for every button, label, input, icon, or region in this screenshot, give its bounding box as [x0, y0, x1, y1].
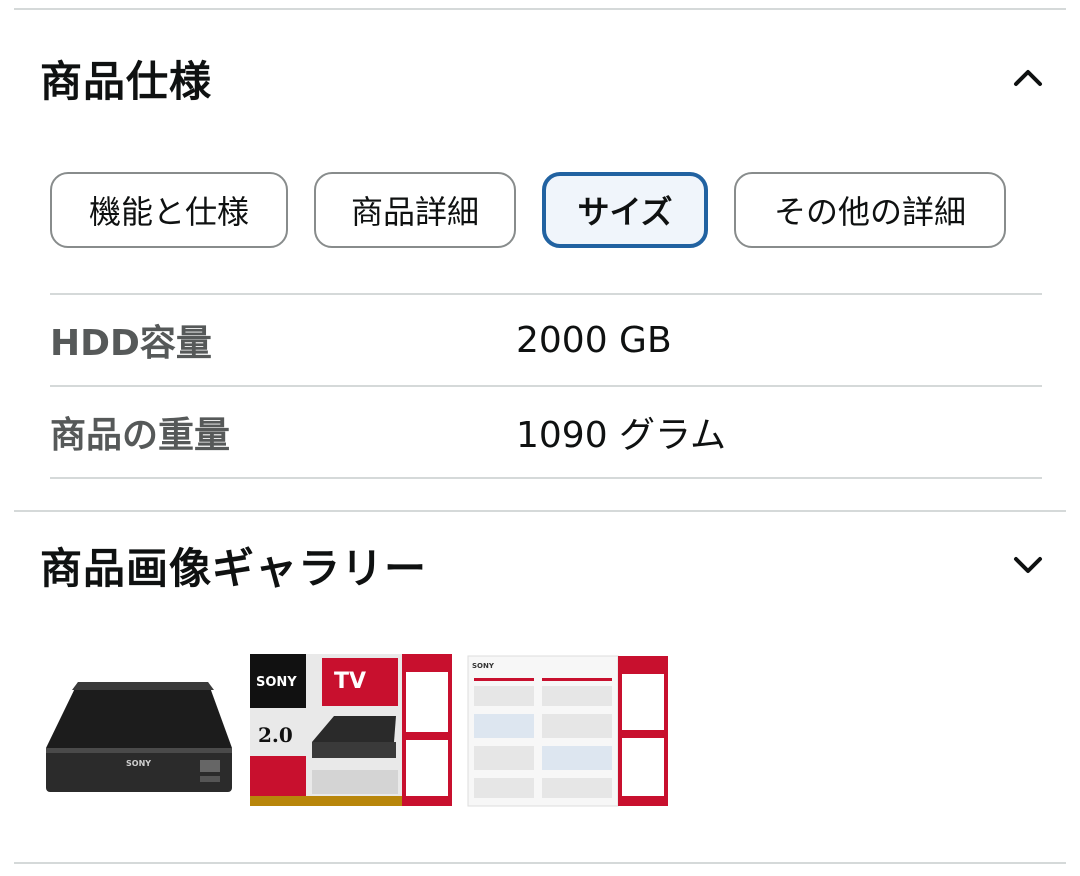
spec-row: HDD容量 2000 GB	[50, 295, 1042, 387]
gallery-section-header[interactable]: 商品画像ギャラリー	[40, 535, 1050, 595]
section-divider	[14, 510, 1066, 512]
sony-logo: SONY	[126, 759, 151, 768]
manual-leaflet-image[interactable]: SONY	[466, 630, 670, 830]
chevron-down-icon[interactable]	[1006, 543, 1050, 587]
spec-section-header[interactable]: 商品仕様	[40, 48, 1050, 108]
hdd-front-image[interactable]: SONY	[40, 630, 236, 830]
tab-features-specs[interactable]: 機能と仕様	[50, 172, 288, 248]
tab-label: 機能と仕様	[88, 193, 249, 231]
sony-logo: SONY	[256, 675, 297, 690]
tab-label: その他の詳細	[773, 193, 966, 231]
spec-key: 商品の重量	[50, 415, 231, 456]
gallery-thumbnails: SONY SONY TV 2.0 SONY	[40, 630, 670, 830]
spec-table: HDD容量 2000 GB 商品の重量 1090 グラム	[50, 293, 1042, 479]
spec-row: 商品の重量 1090 グラム	[50, 387, 1042, 479]
gallery-section-title: 商品画像ギャラリー	[40, 543, 428, 593]
capacity-label: 2.0	[258, 723, 293, 747]
sony-logo: SONY	[472, 662, 495, 670]
spec-tabs: 機能と仕様 商品詳細 サイズ その他の詳細	[50, 172, 1006, 248]
tab-label: 商品詳細	[350, 193, 479, 231]
spec-key: HDD容量	[50, 323, 212, 364]
tab-label: サイズ	[577, 193, 673, 231]
package-box-image[interactable]: SONY TV 2.0	[250, 630, 452, 830]
chevron-up-icon[interactable]	[1006, 56, 1050, 100]
spec-value: 1090 グラム	[516, 415, 726, 456]
tab-product-details[interactable]: 商品詳細	[314, 172, 516, 248]
top-divider	[14, 8, 1066, 10]
tab-size[interactable]: サイズ	[542, 172, 708, 248]
spec-section-title: 商品仕様	[40, 56, 213, 106]
tv-badge: TV	[334, 669, 366, 694]
spec-value: 2000 GB	[516, 319, 672, 361]
bottom-divider	[14, 862, 1066, 864]
tab-other-details[interactable]: その他の詳細	[734, 172, 1006, 248]
